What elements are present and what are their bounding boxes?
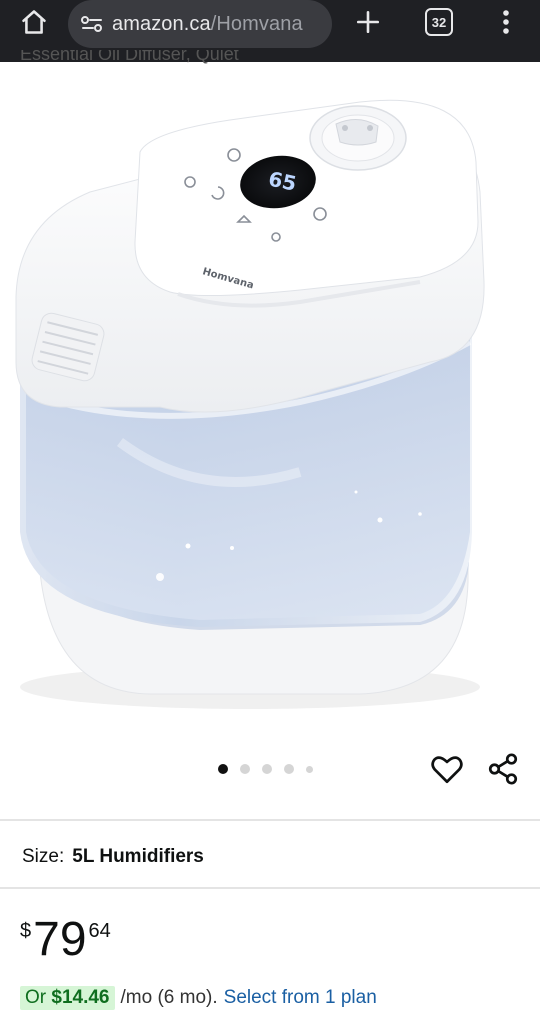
- price-symbol: $: [20, 920, 32, 942]
- price-fraction: 64: [88, 920, 111, 942]
- overflow-menu-button[interactable]: [494, 6, 518, 38]
- price: $ 79 64: [20, 912, 111, 968]
- carousel-dot[interactable]: [262, 764, 272, 774]
- carousel-indicator[interactable]: [218, 764, 313, 774]
- site-settings-icon[interactable]: [80, 14, 104, 34]
- tab-switcher-button[interactable]: 32: [425, 8, 453, 36]
- size-label: Size:: [22, 846, 65, 867]
- humidifier-illustration: 65 Homvana: [15, 99, 485, 709]
- carousel-dot[interactable]: [306, 765, 313, 773]
- monthly-terms: /mo (6 mo).: [120, 987, 218, 1008]
- tab-count: 32: [431, 14, 447, 30]
- carousel-dot[interactable]: [218, 764, 228, 774]
- select-plan-link[interactable]: Select from 1 plan: [224, 987, 377, 1009]
- share-button[interactable]: [486, 752, 520, 786]
- plus-icon: [356, 10, 380, 34]
- heart-icon: [431, 756, 463, 784]
- divider: [0, 819, 540, 821]
- monthly-prefix: Or: [25, 987, 47, 1008]
- home-button[interactable]: [14, 6, 54, 38]
- product-image[interactable]: 65 Homvana: [0, 62, 540, 712]
- new-tab-button[interactable]: [352, 6, 384, 38]
- size-value: 5L Humidifiers: [72, 846, 204, 867]
- monthly-amount: $14.46: [51, 987, 110, 1008]
- divider: [0, 887, 540, 889]
- overflow-menu-icon: [503, 10, 509, 34]
- home-icon: [22, 10, 46, 34]
- url-path: /Homvana: [210, 12, 303, 35]
- url-domain: amazon.ca: [112, 12, 211, 35]
- share-icon: [488, 753, 518, 785]
- url-text: amazon.ca/Homvana: [112, 13, 303, 36]
- monthly-payment-badge: Or $14.46: [20, 986, 115, 1010]
- monthly-plan: Or $14.46 /mo (6 mo). Select from 1 plan: [20, 986, 377, 1010]
- carousel-dot[interactable]: [284, 764, 294, 774]
- carousel-dot[interactable]: [240, 764, 250, 774]
- price-whole: 79: [33, 913, 87, 966]
- address-bar[interactable]: amazon.ca/Homvana: [68, 0, 332, 48]
- size-selector[interactable]: Size: 5L Humidifiers: [22, 846, 204, 868]
- wishlist-button[interactable]: [430, 753, 464, 785]
